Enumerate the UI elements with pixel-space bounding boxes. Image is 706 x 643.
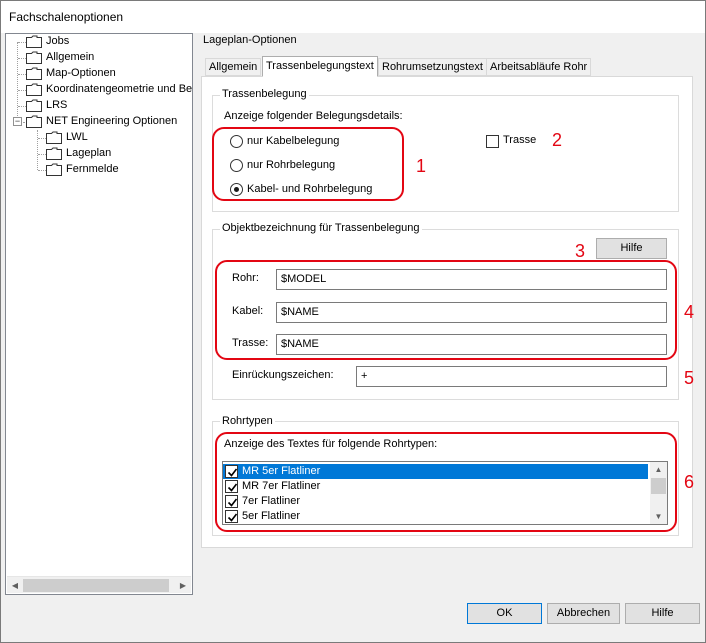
folder-icon	[26, 83, 42, 96]
belegung-prompt: Anzeige folgender Belegungsdetails:	[224, 110, 403, 122]
trasse-checkbox-label: Trasse	[503, 134, 537, 146]
folder-icon	[46, 147, 62, 160]
title-bar: Fachschalenoptionen	[1, 1, 705, 33]
tab-trassenbelegungstext[interactable]: Trassenbelegungstext	[262, 56, 378, 77]
folder-icon	[26, 99, 42, 112]
einrueckung-field[interactable]: +	[356, 366, 667, 387]
tree-item-label: NET Engineering Optionen	[46, 115, 178, 127]
collapse-icon[interactable]: −	[13, 117, 22, 126]
hilfe-button[interactable]: Hilfe	[596, 238, 667, 259]
trasse-checkbox[interactable]	[486, 135, 499, 148]
window-title: Fachschalenoptionen	[9, 10, 124, 24]
folder-icon	[26, 51, 42, 64]
trassenbelegung-title: Trassenbelegung	[220, 88, 309, 100]
options-dialog: Fachschalenoptionen Jobs Allgemein Map-O…	[0, 0, 706, 643]
tree-item-label: Koordinatengeometrie und Bem	[46, 83, 193, 95]
scroll-right-icon[interactable]: ▶	[175, 577, 191, 594]
tree-item-label: Lageplan	[66, 147, 112, 159]
tab-arbeitsablaeufe-rohr[interactable]: Arbeitsabläufe Rohr	[486, 58, 592, 76]
tree-item-label: Jobs	[46, 35, 70, 47]
tree-connector	[37, 130, 38, 170]
scroll-left-icon[interactable]: ◀	[7, 577, 23, 594]
folder-icon	[26, 35, 42, 48]
annotation-number-6: 6	[684, 472, 695, 492]
tab-allgemein[interactable]: Allgemein	[205, 58, 262, 76]
tree-item-label: Map-Optionen	[46, 67, 116, 79]
tree-connector	[17, 42, 18, 124]
cancel-button[interactable]: Abbrechen	[547, 603, 620, 624]
folder-icon	[26, 67, 42, 80]
tree-item-net-engineering[interactable]: − NET Engineering Optionen	[12, 114, 192, 130]
folder-icon	[26, 115, 42, 128]
options-tree[interactable]: Jobs Allgemein Map-Optionen Koordinateng…	[5, 33, 193, 595]
annotation-number-4: 4	[684, 302, 695, 322]
annotation-number-1: 1	[416, 156, 427, 176]
group-title: Lageplan-Optionen	[203, 34, 297, 46]
help-button[interactable]: Hilfe	[625, 603, 700, 624]
tab-strip: Allgemein Trassenbelegungstext Rohrumset…	[201, 56, 693, 77]
tab-rohrumsetzungstext[interactable]: Rohrumsetzungstext	[378, 58, 487, 76]
einrueckung-label: Einrückungszeichen:	[232, 369, 334, 381]
annotation-number-3: 3	[575, 241, 586, 261]
folder-icon	[46, 131, 62, 144]
annotation-box-1	[212, 127, 404, 201]
annotation-box-6	[215, 432, 677, 532]
scrollbar-thumb[interactable]	[23, 579, 169, 592]
tree-item-label: LWL	[66, 131, 88, 143]
annotation-number-5: 5	[684, 368, 695, 388]
annotation-number-2: 2	[552, 130, 563, 150]
tree-item-label: LRS	[46, 99, 68, 111]
folder-icon	[46, 163, 62, 176]
ok-button[interactable]: OK	[467, 603, 542, 624]
tree-item-label: Fernmelde	[66, 163, 119, 175]
tree-horizontal-scrollbar[interactable]: ◀ ▶	[7, 576, 191, 593]
annotation-box-4	[215, 260, 677, 360]
objektbezeichnung-title: Objektbezeichnung für Trassenbelegung	[220, 222, 422, 234]
tree-item-label: Allgemein	[46, 51, 95, 63]
rohrtypen-title: Rohrtypen	[220, 415, 275, 427]
